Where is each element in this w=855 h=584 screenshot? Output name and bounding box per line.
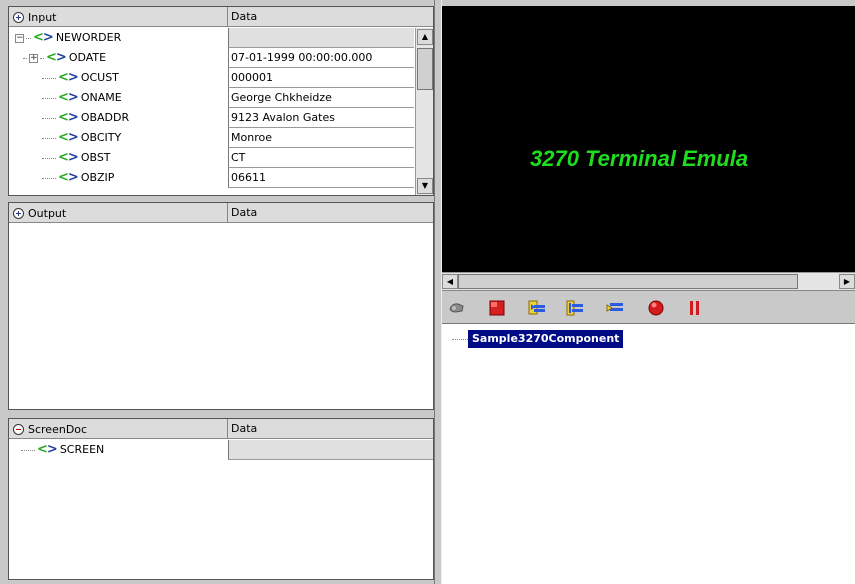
tree-row-ocust[interactable]: <> OCUST 000001 <box>9 68 433 88</box>
record-screen-icon[interactable] <box>528 299 546 317</box>
output-panel: Output Data <box>8 202 434 410</box>
screendoc-col-name[interactable]: ScreenDoc <box>9 419 228 439</box>
screendoc-header: ScreenDoc Data <box>9 419 433 439</box>
element-tag-icon: <> <box>58 130 79 145</box>
collapse-circle-icon[interactable] <box>13 423 24 435</box>
right-pane: 3270 Terminal Emula ◀ ▶ Sample3270Compon… <box>442 6 855 584</box>
insert-screen-icon[interactable] <box>566 299 584 317</box>
pause-icon[interactable] <box>686 299 704 317</box>
scroll-down-icon[interactable]: ▼ <box>417 178 433 194</box>
connect-icon[interactable] <box>448 299 466 317</box>
output-header: Output Data <box>9 203 433 223</box>
scroll-left-icon[interactable]: ◀ <box>442 274 458 289</box>
component-tree: Sample3270Component <box>442 324 855 584</box>
tree-connector <box>452 339 468 340</box>
tree-row-obcity[interactable]: <> OBCITY Monroe <box>9 128 433 148</box>
play-screen-icon[interactable] <box>606 299 624 317</box>
element-tag-icon: <> <box>33 30 54 45</box>
terminal-title: 3270 Terminal Emula <box>530 146 749 171</box>
record-icon[interactable] <box>647 299 665 317</box>
component-item-selected[interactable]: Sample3270Component <box>468 330 624 348</box>
scroll-right-icon[interactable]: ▶ <box>839 274 855 289</box>
element-tag-icon: <> <box>46 50 67 65</box>
tree-row-screen[interactable]: <> SCREEN <box>9 440 433 460</box>
tree-root-value <box>228 28 414 48</box>
screendoc-col-data[interactable]: Data <box>229 419 257 439</box>
field-name: ONAME <box>80 91 122 104</box>
tree-row-root[interactable]: − <> NEWORDER <box>9 28 433 48</box>
element-tag-icon: <> <box>58 150 79 165</box>
stop-icon[interactable] <box>488 299 506 317</box>
scroll-thumb[interactable] <box>458 274 798 289</box>
tree-root-label: NEWORDER <box>55 31 122 44</box>
tree-row-oname[interactable]: <> ONAME George Chkheidze <box>9 88 433 108</box>
field-value[interactable]: 07-01-1999 00:00:00.000 <box>228 48 414 68</box>
terminal-toolbar <box>442 290 855 324</box>
element-tag-icon: <> <box>58 70 79 85</box>
field-value[interactable]: 06611 <box>228 168 414 188</box>
collapse-toggle-icon[interactable]: − <box>15 33 24 43</box>
expand-circle-icon[interactable] <box>13 207 24 219</box>
element-tag-icon: <> <box>58 90 79 105</box>
field-value[interactable]: Monroe <box>228 128 414 148</box>
scroll-thumb[interactable] <box>417 48 433 90</box>
element-tag-icon: <> <box>37 442 58 457</box>
scroll-up-icon[interactable]: ▲ <box>417 29 433 45</box>
element-tag-icon: <> <box>58 110 79 125</box>
field-value[interactable]: George Chkheidze <box>228 88 414 108</box>
output-col-name-label: Output <box>28 206 67 220</box>
field-value[interactable]: CT <box>228 148 414 168</box>
split-pane-divider[interactable] <box>434 0 442 584</box>
input-header: Input Data <box>9 7 433 27</box>
input-col-name-label: Input <box>28 10 57 24</box>
field-name: ODATE <box>68 51 107 64</box>
screendoc-col-name-label: ScreenDoc <box>28 422 88 436</box>
input-col-name[interactable]: Input <box>9 7 228 27</box>
input-panel: Input Data − <> NEWORDER + <> ODATE 07-0… <box>8 6 434 196</box>
field-name: OBADDR <box>80 111 130 124</box>
field-value[interactable]: 9123 Avalon Gates <box>228 108 414 128</box>
tree-row-obst[interactable]: <> OBST CT <box>9 148 433 168</box>
input-col-data[interactable]: Data <box>229 7 257 27</box>
input-vertical-scrollbar[interactable]: ▲ ▼ <box>415 28 433 195</box>
element-tag-icon: <> <box>58 170 79 185</box>
field-name: OCUST <box>80 71 119 84</box>
field-value[interactable]: 000001 <box>228 68 414 88</box>
field-name: OBST <box>80 151 111 164</box>
expand-toggle-icon[interactable]: + <box>29 53 38 63</box>
field-name: OBZIP <box>80 171 115 184</box>
screendoc-panel: ScreenDoc Data <> SCREEN <box>8 418 434 580</box>
output-col-name[interactable]: Output <box>9 203 228 223</box>
screen-root-label: SCREEN <box>59 443 105 456</box>
terminal-screen[interactable]: 3270 Terminal Emula <box>442 6 855 272</box>
left-pane: Input Data − <> NEWORDER + <> ODATE 07-0… <box>0 0 438 584</box>
terminal-horizontal-scrollbar[interactable]: ◀ ▶ <box>442 272 855 290</box>
tree-row-obaddr[interactable]: <> OBADDR 9123 Avalon Gates <box>9 108 433 128</box>
screen-root-value <box>228 440 433 460</box>
tree-row-odate[interactable]: + <> ODATE 07-01-1999 00:00:00.000 <box>9 48 433 68</box>
tree-row-obzip[interactable]: <> OBZIP 06611 <box>9 168 433 188</box>
field-name: OBCITY <box>80 131 122 144</box>
output-col-data[interactable]: Data <box>229 203 257 223</box>
expand-circle-icon[interactable] <box>13 11 24 23</box>
